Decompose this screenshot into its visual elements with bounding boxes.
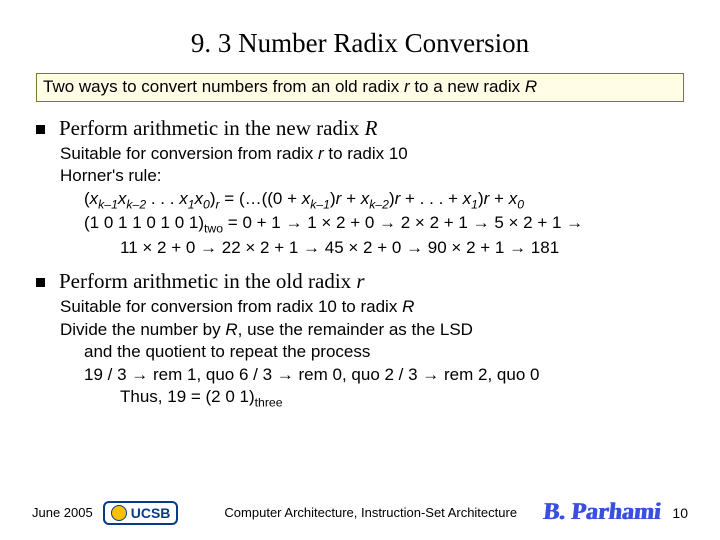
page-number: 10 <box>672 505 688 521</box>
b1-line4: (1 0 1 1 0 1 0 1)two = 0 + 1 → 1 × 2 + 0… <box>60 212 684 237</box>
arrow-icon: → <box>200 238 217 257</box>
b2-l5a: Thus, 19 = (2 0 1) <box>120 387 255 406</box>
bullet-1: Perform arithmetic in the new radix R <box>36 116 684 141</box>
b1-sx0: 0 <box>517 197 524 211</box>
b2-line5: Thus, 19 = (2 0 1)three <box>60 386 684 411</box>
intro-text-a: Two ways to convert numbers from an old … <box>43 77 404 96</box>
b2-line1: Suitable for conversion from radix 10 to… <box>60 296 684 318</box>
arrow-icon: → <box>285 213 302 232</box>
b1-l5c: 45 × 2 + 0 <box>320 238 406 257</box>
b1-plus1: + <box>341 189 360 208</box>
b2-l2b: , use the remainder as the LSD <box>238 320 473 339</box>
b1-x3: x <box>179 189 188 208</box>
b1-l5b: 22 × 2 + 1 <box>217 238 303 257</box>
b2-l4c: rem 0, quo 2 / 3 <box>294 365 423 384</box>
b1-x7: x <box>463 189 472 208</box>
b1-l5a: 11 × 2 + 0 <box>120 238 200 257</box>
b2-l2R: R <box>225 320 237 339</box>
b1-s0: 0 <box>203 197 210 211</box>
footer-mid: Computer Architecture, Instruction-Set A… <box>198 505 543 520</box>
footer-date: June 2005 <box>32 505 93 520</box>
b1-x1: x <box>90 189 99 208</box>
b1-x6: x <box>361 189 370 208</box>
author-signature: B. Parhami <box>542 499 662 526</box>
b2-l4d: rem 2, quo 0 <box>439 365 539 384</box>
b1-l5e: 181 <box>526 238 559 257</box>
b1-l4c: 1 × 2 + 0 <box>302 213 379 232</box>
bullet-dot-icon <box>36 278 45 287</box>
b1-line2: Horner's rule: <box>60 165 684 187</box>
arrow-icon: → <box>131 365 148 384</box>
b1-line1: Suitable for conversion from radix r to … <box>60 143 684 165</box>
b1-dots: . . . <box>146 189 179 208</box>
block-2: Suitable for conversion from radix 10 to… <box>60 296 684 410</box>
b1-x5: x <box>302 189 311 208</box>
b1-eq: = (…((0 + <box>220 189 302 208</box>
b2-line4: 19 / 3 → rem 1, quo 6 / 3 → rem 0, quo 2… <box>60 364 684 386</box>
b1-s1: 1 <box>188 197 195 211</box>
bullet-2-text: Perform arithmetic in the old radix r <box>59 269 365 294</box>
b1-l4d: 2 × 2 + 1 <box>396 213 473 232</box>
b1-l4b: = 0 + 1 <box>223 213 285 232</box>
b1-x8: x <box>509 189 518 208</box>
arrow-icon: → <box>277 365 294 384</box>
footer: June 2005 UCSB Computer Architecture, In… <box>0 499 720 526</box>
b1-sx1: 1 <box>471 197 478 211</box>
b2-l1R: R <box>402 297 414 316</box>
b2-l4b: rem 1, quo 6 / 3 <box>148 365 277 384</box>
intro-box: Two ways to convert numbers from an old … <box>36 73 684 102</box>
b2-l2a: Divide the number by <box>60 320 225 339</box>
b1-x4: x <box>195 189 204 208</box>
block-1: Suitable for conversion from radix r to … <box>60 143 684 259</box>
sun-icon <box>111 505 127 521</box>
bullet-1-text: Perform arithmetic in the new radix R <box>59 116 377 141</box>
b1-sk1: k–1 <box>98 197 118 211</box>
b1-line5: 11 × 2 + 0 → 22 × 2 + 1 → 45 × 2 + 0 → 9… <box>60 237 684 259</box>
b1-l1a: Suitable for conversion from radix <box>60 144 318 163</box>
bullet-dot-icon <box>36 125 45 134</box>
b2-l4a: 19 / 3 <box>84 365 131 384</box>
b1-sk1b: k–1 <box>310 197 330 211</box>
arrow-icon: → <box>406 238 423 257</box>
b1-l5d: 90 × 2 + 1 <box>423 238 509 257</box>
b1-sk2b: k–2 <box>369 197 389 211</box>
b1-tail: + . . . + <box>400 189 462 208</box>
intro-big-r: R <box>525 77 537 96</box>
bullet-1-pre: Perform arithmetic in the new radix <box>59 116 365 140</box>
b1-l1b: to radix 10 <box>324 144 408 163</box>
bullet-2: Perform arithmetic in the old radix r <box>36 269 684 294</box>
slide-title: 9. 3 Number Radix Conversion <box>0 0 720 73</box>
intro-text-b: to a new radix <box>410 77 525 96</box>
b2-line3: and the quotient to repeat the process <box>60 341 684 363</box>
b2-l1a: Suitable for conversion from radix 10 to… <box>60 297 402 316</box>
b1-line3: (xk–1xk–2 . . . x1x0)r = (…((0 + xk–1)r … <box>60 188 684 213</box>
arrow-icon: → <box>566 213 583 232</box>
bullet-1-r: R <box>365 116 378 140</box>
b1-plus2: + <box>489 189 508 208</box>
b1-l4e: 5 × 2 + 1 <box>490 213 567 232</box>
bullet-2-r: r <box>356 269 364 293</box>
arrow-icon: → <box>509 238 526 257</box>
logo-text: UCSB <box>131 505 171 521</box>
b1-sk2: k–2 <box>126 197 146 211</box>
b2-line2: Divide the number by R, use the remainde… <box>60 319 684 341</box>
arrow-icon: → <box>422 365 439 384</box>
arrow-icon: → <box>473 213 490 232</box>
arrow-icon: → <box>379 213 396 232</box>
bullet-2-pre: Perform arithmetic in the old radix <box>59 269 356 293</box>
b1-two: two <box>204 222 223 236</box>
ucsb-logo: UCSB <box>103 501 179 525</box>
b2-three: three <box>255 396 283 410</box>
b1-l4a: (1 0 1 1 0 1 0 1) <box>84 213 204 232</box>
arrow-icon: → <box>303 238 320 257</box>
